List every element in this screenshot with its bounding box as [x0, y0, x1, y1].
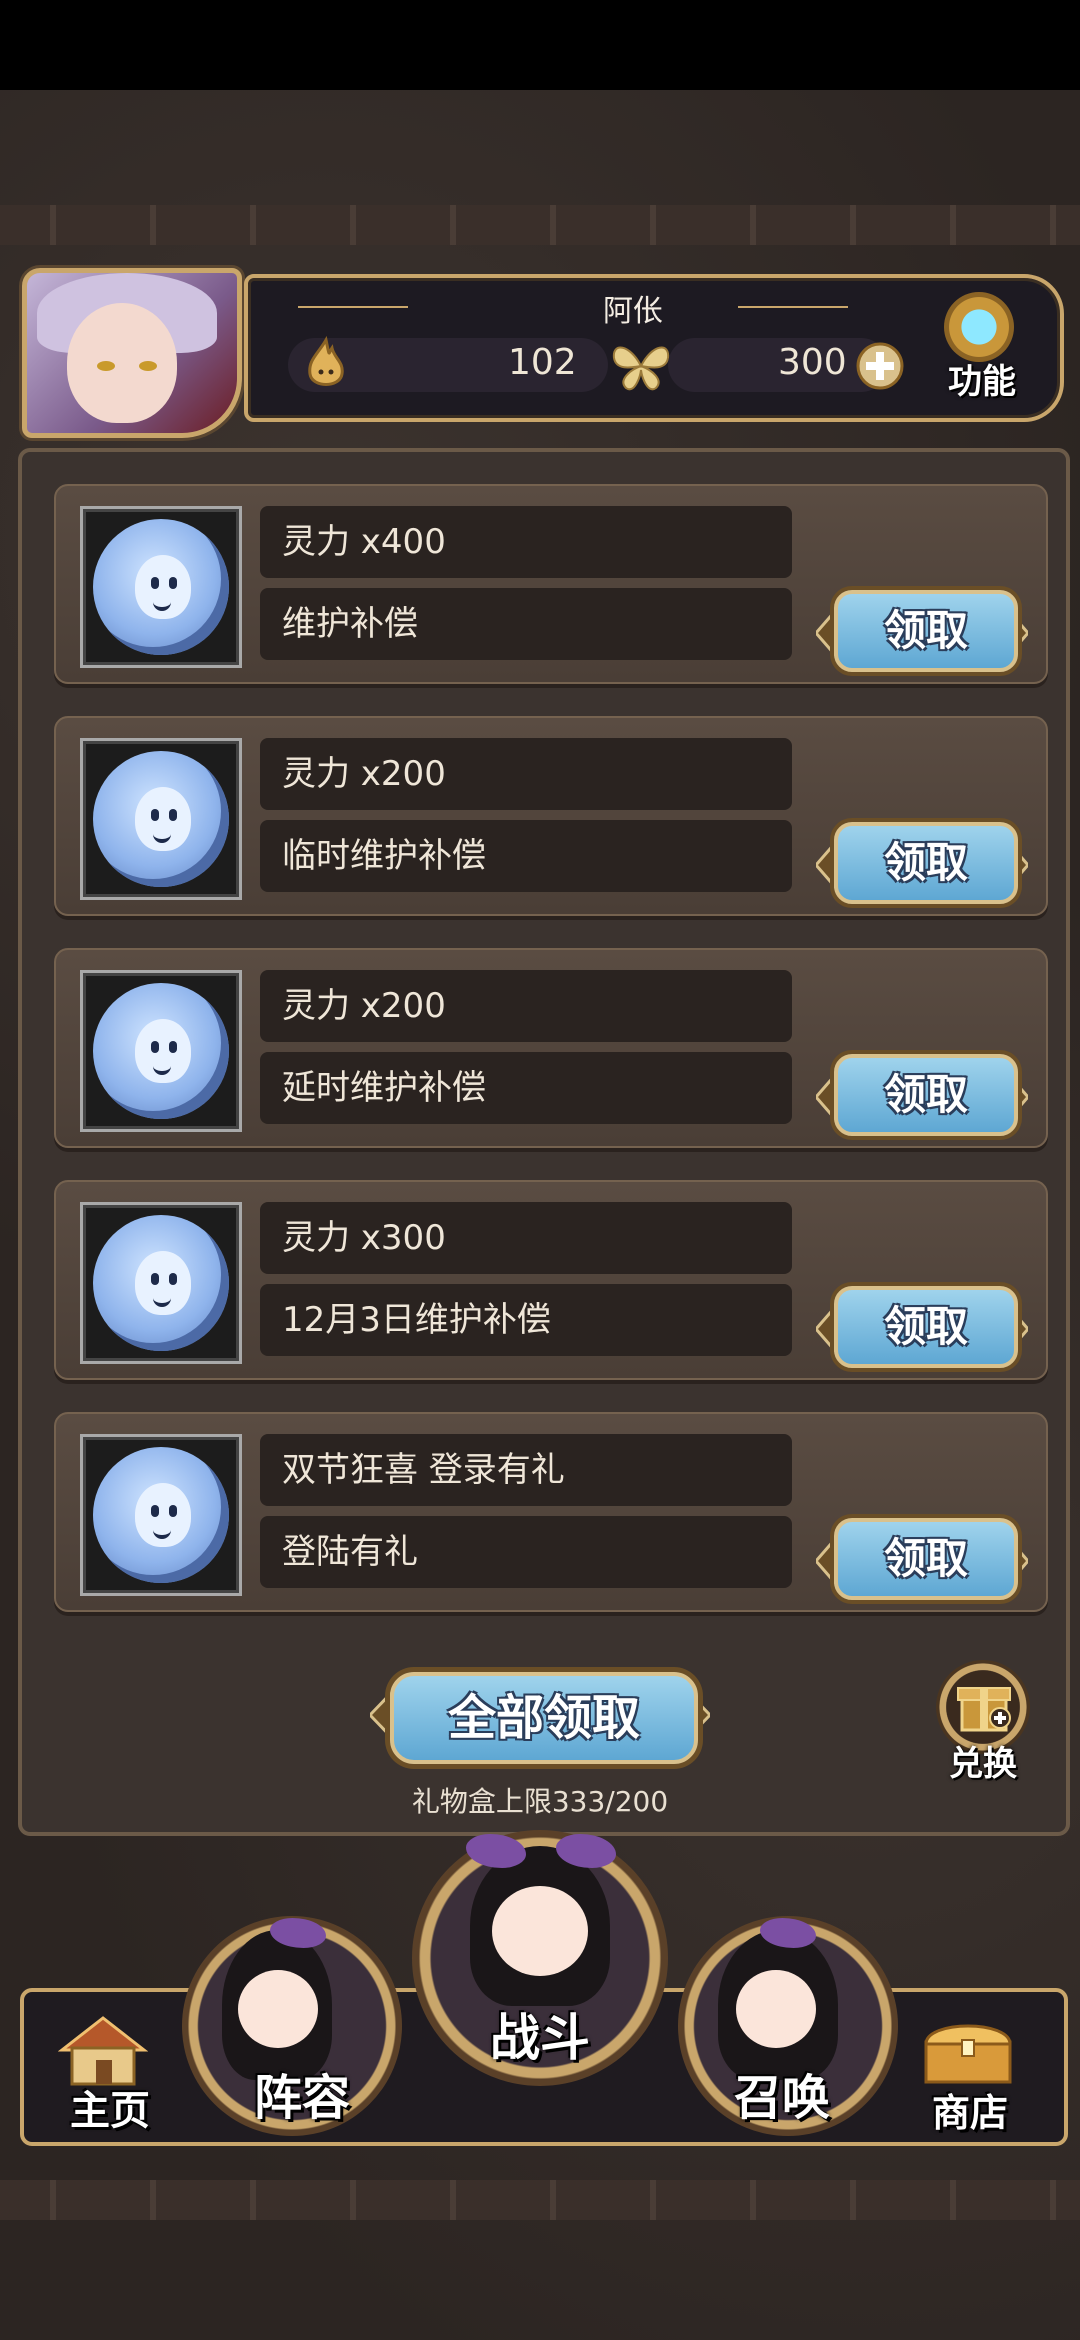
spirit-coin-icon: [80, 1202, 242, 1364]
house-icon: [58, 2016, 148, 2086]
bottom-navigation: 主页 阵容 战斗 召唤 商店: [0, 1820, 1080, 2180]
gift-title: 双节狂喜 登录有礼: [260, 1434, 792, 1506]
player-name: 阿伥: [603, 294, 663, 329]
gift-title: 灵力 x200: [260, 970, 792, 1042]
status-bar: [0, 0, 1080, 90]
gift-item: 灵力 x200 延时维护补偿 领取: [54, 948, 1048, 1148]
spirit-coin-icon: [80, 1434, 242, 1596]
gift-box-limit: 礼物盒上限333/200: [411, 1785, 669, 1818]
gift-description: 登陆有礼: [260, 1516, 792, 1588]
exchange-button[interactable]: 兑换: [928, 1660, 1038, 1790]
claim-button[interactable]: 领取: [816, 1278, 1028, 1368]
treasure-chest-icon: [924, 2024, 1012, 2084]
avatar[interactable]: [22, 268, 242, 438]
gift-item: 双节狂喜 登录有礼 登陆有礼 领取: [54, 1412, 1048, 1612]
gift-title: 灵力 x300: [260, 1202, 792, 1274]
gift-item: 灵力 x300 12月3日维护补偿 领取: [54, 1180, 1048, 1380]
gift-title: 灵力 x400: [260, 506, 792, 578]
add-currency-icon[interactable]: [856, 342, 904, 390]
gift-description: 临时维护补偿: [260, 820, 792, 892]
claim-button[interactable]: 领取: [816, 582, 1028, 672]
claim-all-button[interactable]: 全部领取: [370, 1664, 710, 1764]
claim-button[interactable]: 领取: [816, 1046, 1028, 1136]
claim-button[interactable]: 领取: [816, 1510, 1028, 1600]
gift-item: 灵力 x200 临时维护补偿 领取: [54, 716, 1048, 916]
flame-icon: [308, 336, 344, 386]
butterfly-icon: [612, 346, 670, 391]
gift-description: 延时维护补偿: [260, 1052, 792, 1124]
ornate-border-top: [0, 205, 1080, 245]
gear-icon: [944, 292, 1014, 362]
gift-title: 灵力 x200: [260, 738, 792, 810]
spirit-coin-icon: [80, 506, 242, 668]
spirit-coin-icon: [80, 738, 242, 900]
function-button[interactable]: 功能: [922, 292, 1042, 412]
currency-1-value: 102: [508, 342, 577, 383]
currency-2-value: 300: [778, 342, 847, 383]
gift-box-icon: [957, 1687, 1011, 1732]
gift-box-panel: 灵力 x400 维护补偿 领取 灵力 x200 临时维护补偿 领取 灵力 x20…: [18, 448, 1070, 1836]
ornate-border-bottom: [0, 2180, 1080, 2220]
gift-description: 12月3日维护补偿: [260, 1284, 792, 1356]
spirit-coin-icon: [80, 970, 242, 1132]
player-header: 阿伥 102 300 功能: [14, 262, 1066, 438]
gift-description: 维护补偿: [260, 588, 792, 660]
gift-item: 灵力 x400 维护补偿 领取: [54, 484, 1048, 684]
claim-button[interactable]: 领取: [816, 814, 1028, 904]
